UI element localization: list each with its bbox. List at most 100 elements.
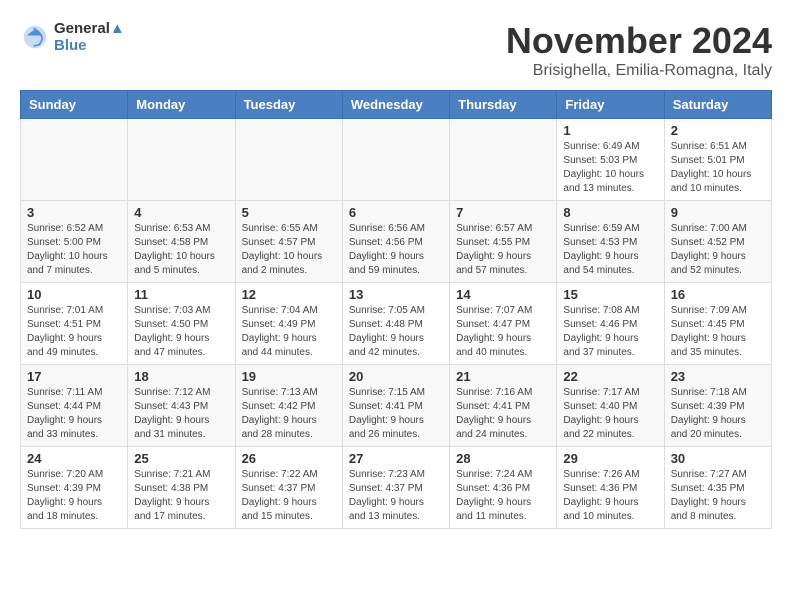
day-number: 28 [456,451,550,466]
calendar-cell [21,119,128,201]
header-monday: Monday [128,91,235,119]
day-info: Sunrise: 6:49 AM Sunset: 5:03 PM Dayligh… [563,140,657,196]
day-number: 6 [349,205,443,220]
day-info: Sunrise: 7:00 AM Sunset: 4:52 PM Dayligh… [671,222,765,278]
calendar-cell: 11 Sunrise: 7:03 AM Sunset: 4:50 PM Dayli… [128,283,235,365]
day-number: 22 [563,369,657,384]
day-info: Sunrise: 6:56 AM Sunset: 4:56 PM Dayligh… [349,222,443,278]
day-info: Sunrise: 7:18 AM Sunset: 4:39 PM Dayligh… [671,386,765,442]
day-number: 23 [671,369,765,384]
day-info: Sunrise: 6:57 AM Sunset: 4:55 PM Dayligh… [456,222,550,278]
day-info: Sunrise: 7:04 AM Sunset: 4:49 PM Dayligh… [242,304,336,360]
calendar-cell: 8 Sunrise: 6:59 AM Sunset: 4:53 PM Daylig… [557,201,664,283]
calendar-week-row: 24Sunrise: 7:20 AM Sunset: 4:39 PM Dayli… [21,447,772,529]
day-info: Sunrise: 6:53 AM Sunset: 4:58 PM Dayligh… [134,222,228,278]
calendar-cell: 24Sunrise: 7:20 AM Sunset: 4:39 PM Dayli… [21,447,128,529]
day-number: 18 [134,369,228,384]
day-info: Sunrise: 6:55 AM Sunset: 4:57 PM Dayligh… [242,222,336,278]
calendar-cell: 16 Sunrise: 7:09 AM Sunset: 4:45 PM Dayli… [664,283,771,365]
day-number: 2 [671,123,765,138]
calendar-cell: 2 Sunrise: 6:51 AM Sunset: 5:01 PM Daylig… [664,119,771,201]
day-info: Sunrise: 7:23 AM Sunset: 4:37 PM Dayligh… [349,468,443,524]
day-number: 30 [671,451,765,466]
day-number: 4 [134,205,228,220]
logo-text: General▲ Blue [54,20,125,54]
calendar-cell: 10Sunrise: 7:01 AM Sunset: 4:51 PM Dayli… [21,283,128,365]
calendar-week-row: 10Sunrise: 7:01 AM Sunset: 4:51 PM Dayli… [21,283,772,365]
calendar-cell: 7 Sunrise: 6:57 AM Sunset: 4:55 PM Daylig… [450,201,557,283]
calendar-table: SundayMondayTuesdayWednesdayThursdayFrid… [20,90,772,529]
calendar-cell: 30 Sunrise: 7:27 AM Sunset: 4:35 PM Dayli… [664,447,771,529]
calendar-cell [235,119,342,201]
title-section: November 2024 Brisighella, Emilia-Romagn… [506,20,772,80]
calendar-header-row: SundayMondayTuesdayWednesdayThursdayFrid… [21,91,772,119]
day-number: 11 [134,287,228,302]
day-info: Sunrise: 7:22 AM Sunset: 4:37 PM Dayligh… [242,468,336,524]
header-thursday: Thursday [450,91,557,119]
header-tuesday: Tuesday [235,91,342,119]
day-number: 14 [456,287,550,302]
day-number: 1 [563,123,657,138]
calendar-cell: 14Sunrise: 7:07 AM Sunset: 4:47 PM Dayli… [450,283,557,365]
day-info: Sunrise: 7:01 AM Sunset: 4:51 PM Dayligh… [27,304,121,360]
day-number: 21 [456,369,550,384]
day-info: Sunrise: 7:13 AM Sunset: 4:42 PM Dayligh… [242,386,336,442]
header-saturday: Saturday [664,91,771,119]
day-info: Sunrise: 7:08 AM Sunset: 4:46 PM Dayligh… [563,304,657,360]
calendar-cell: 1 Sunrise: 6:49 AM Sunset: 5:03 PM Daylig… [557,119,664,201]
calendar-cell: 22 Sunrise: 7:17 AM Sunset: 4:40 PM Dayli… [557,365,664,447]
day-number: 12 [242,287,336,302]
day-number: 25 [134,451,228,466]
day-info: Sunrise: 6:51 AM Sunset: 5:01 PM Dayligh… [671,140,765,196]
day-number: 3 [27,205,121,220]
day-number: 13 [349,287,443,302]
day-info: Sunrise: 7:05 AM Sunset: 4:48 PM Dayligh… [349,304,443,360]
logo: General▲ Blue [20,20,125,54]
calendar-cell: 21Sunrise: 7:16 AM Sunset: 4:41 PM Dayli… [450,365,557,447]
day-info: Sunrise: 7:20 AM Sunset: 4:39 PM Dayligh… [27,468,121,524]
calendar-cell: 28 Sunrise: 7:24 AM Sunset: 4:36 PM Dayli… [450,447,557,529]
calendar-cell: 23 Sunrise: 7:18 AM Sunset: 4:39 PM Dayli… [664,365,771,447]
calendar-cell: 6 Sunrise: 6:56 AM Sunset: 4:56 PM Daylig… [342,201,449,283]
header-wednesday: Wednesday [342,91,449,119]
logo-icon [20,22,50,52]
location-title: Brisighella, Emilia-Romagna, Italy [506,62,772,80]
day-info: Sunrise: 7:03 AM Sunset: 4:50 PM Dayligh… [134,304,228,360]
day-number: 16 [671,287,765,302]
calendar-cell: 19 Sunrise: 7:13 AM Sunset: 4:42 PM Dayli… [235,365,342,447]
calendar-cell: 29Sunrise: 7:26 AM Sunset: 4:36 PM Dayli… [557,447,664,529]
calendar-cell: 18 Sunrise: 7:12 AM Sunset: 4:43 PM Dayli… [128,365,235,447]
calendar-cell: 12 Sunrise: 7:04 AM Sunset: 4:49 PM Dayli… [235,283,342,365]
day-number: 7 [456,205,550,220]
calendar-week-row: 1 Sunrise: 6:49 AM Sunset: 5:03 PM Daylig… [21,119,772,201]
day-number: 15 [563,287,657,302]
calendar-cell: 5Sunrise: 6:55 AM Sunset: 4:57 PM Daylig… [235,201,342,283]
day-info: Sunrise: 7:21 AM Sunset: 4:38 PM Dayligh… [134,468,228,524]
calendar-cell: 13 Sunrise: 7:05 AM Sunset: 4:48 PM Dayli… [342,283,449,365]
day-info: Sunrise: 6:59 AM Sunset: 4:53 PM Dayligh… [563,222,657,278]
day-info: Sunrise: 7:11 AM Sunset: 4:44 PM Dayligh… [27,386,121,442]
calendar-week-row: 3 Sunrise: 6:52 AM Sunset: 5:00 PM Daylig… [21,201,772,283]
day-number: 20 [349,369,443,384]
calendar-cell: 17Sunrise: 7:11 AM Sunset: 4:44 PM Dayli… [21,365,128,447]
calendar-cell [128,119,235,201]
day-number: 19 [242,369,336,384]
calendar-cell: 9Sunrise: 7:00 AM Sunset: 4:52 PM Daylig… [664,201,771,283]
calendar-cell: 15 Sunrise: 7:08 AM Sunset: 4:46 PM Dayli… [557,283,664,365]
day-info: Sunrise: 7:15 AM Sunset: 4:41 PM Dayligh… [349,386,443,442]
calendar-week-row: 17Sunrise: 7:11 AM Sunset: 4:44 PM Dayli… [21,365,772,447]
calendar-cell: 26Sunrise: 7:22 AM Sunset: 4:37 PM Dayli… [235,447,342,529]
calendar-cell: 4 Sunrise: 6:53 AM Sunset: 4:58 PM Daylig… [128,201,235,283]
calendar-cell: 3 Sunrise: 6:52 AM Sunset: 5:00 PM Daylig… [21,201,128,283]
day-info: Sunrise: 7:24 AM Sunset: 4:36 PM Dayligh… [456,468,550,524]
day-number: 8 [563,205,657,220]
day-info: Sunrise: 6:52 AM Sunset: 5:00 PM Dayligh… [27,222,121,278]
calendar-cell: 20 Sunrise: 7:15 AM Sunset: 4:41 PM Dayli… [342,365,449,447]
day-info: Sunrise: 7:17 AM Sunset: 4:40 PM Dayligh… [563,386,657,442]
day-number: 29 [563,451,657,466]
month-title: November 2024 [506,20,772,62]
day-info: Sunrise: 7:09 AM Sunset: 4:45 PM Dayligh… [671,304,765,360]
day-info: Sunrise: 7:27 AM Sunset: 4:35 PM Dayligh… [671,468,765,524]
day-info: Sunrise: 7:12 AM Sunset: 4:43 PM Dayligh… [134,386,228,442]
calendar-cell: 25 Sunrise: 7:21 AM Sunset: 4:38 PM Dayli… [128,447,235,529]
